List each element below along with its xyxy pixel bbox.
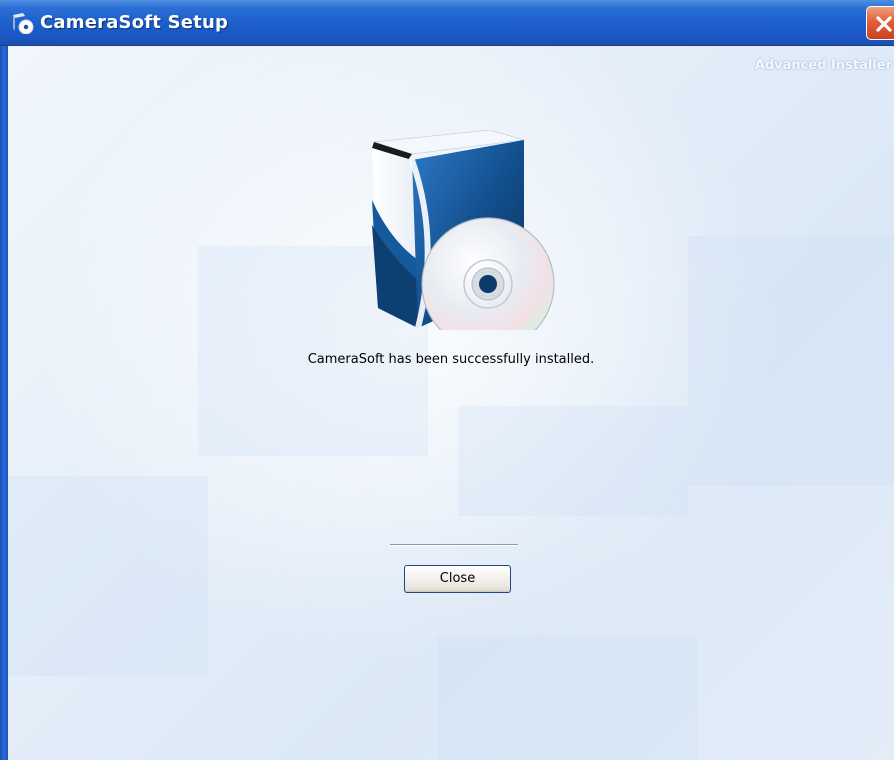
setup-window: CameraSoft Setup Advanced Installer Came…: [0, 0, 894, 760]
installer-brand-text: Advanced Installer: [754, 58, 892, 73]
close-icon: [876, 16, 892, 32]
dialog-body: Advanced Installer CameraSoft has been s…: [8, 46, 894, 760]
close-button[interactable]: Close: [404, 565, 511, 593]
window-close-button[interactable]: [866, 6, 894, 40]
window-title: CameraSoft Setup: [40, 12, 229, 33]
setup-app-icon: [12, 12, 34, 35]
software-box-cd-icon: [372, 130, 555, 330]
success-message: CameraSoft has been successfully install…: [307, 352, 595, 367]
title-bar[interactable]: CameraSoft Setup: [0, 0, 894, 46]
button-divider: [390, 544, 518, 546]
window-left-border: [0, 46, 8, 760]
